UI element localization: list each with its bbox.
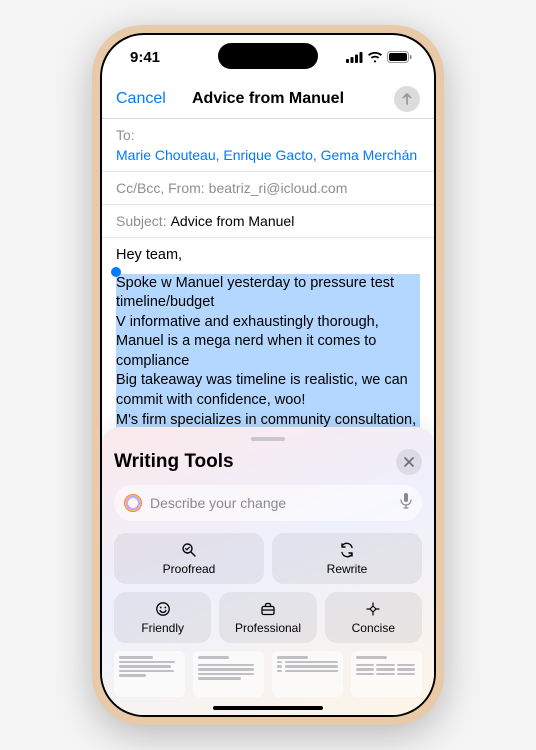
close-icon (404, 454, 414, 470)
sheet-grabber[interactable] (251, 437, 285, 441)
from-email: beatriz_ri@icloud.com (209, 180, 348, 196)
format-suggestion[interactable] (114, 651, 185, 697)
selected-line: V informative and exhaustingly thorough,… (116, 313, 420, 372)
rewrite-icon (339, 541, 355, 559)
send-button[interactable] (394, 86, 420, 112)
friendly-button[interactable]: Friendly (114, 592, 211, 643)
status-time: 9:41 (130, 49, 160, 66)
concise-icon (365, 600, 381, 618)
format-suggestion[interactable] (351, 651, 422, 697)
proofread-icon (181, 541, 197, 559)
proofread-button[interactable]: Proofread (114, 533, 264, 584)
concise-label: Concise (352, 621, 395, 635)
to-field[interactable]: To: Marie Chouteau, Enrique Gacto, Gema … (102, 119, 434, 172)
to-label: To: (116, 127, 135, 143)
to-recipients: Marie Chouteau, Enrique Gacto, Gema Merc… (116, 147, 417, 163)
subject-value: Advice from Manuel (171, 213, 295, 229)
mic-icon[interactable] (400, 493, 412, 514)
format-suggestion[interactable] (272, 651, 343, 697)
subject-label: Subject: (116, 213, 167, 229)
cc-bcc-from-field[interactable]: Cc/Bcc, From: beatriz_ri@icloud.com (102, 172, 434, 205)
format-suggestion[interactable] (193, 651, 264, 697)
subject-field[interactable]: Subject: Advice from Manuel (102, 205, 434, 238)
greeting-line: Hey team, (116, 246, 420, 266)
friendly-icon (155, 600, 171, 618)
phone-frame: 9:41 Cancel Advice from Manuel (92, 25, 444, 725)
cellular-icon (346, 52, 363, 63)
proofread-label: Proofread (163, 562, 216, 576)
prompt-input[interactable]: Describe your change (114, 485, 422, 521)
professional-icon (260, 600, 276, 618)
cancel-button[interactable]: Cancel (116, 90, 176, 108)
friendly-label: Friendly (141, 621, 184, 635)
compose-nav-bar: Cancel Advice from Manuel (102, 79, 434, 119)
wifi-icon (367, 52, 383, 63)
ccbcc-label: Cc/Bcc, From: (116, 180, 205, 196)
close-button[interactable] (396, 449, 422, 475)
compose-title: Advice from Manuel (176, 90, 360, 108)
selected-line: Big takeaway was timeline is realistic, … (116, 371, 420, 410)
selected-line: Spoke w Manuel yesterday to pressure tes… (116, 274, 420, 313)
home-indicator[interactable] (213, 706, 323, 710)
concise-button[interactable]: Concise (325, 592, 422, 643)
selection-handle-start[interactable] (111, 267, 121, 277)
format-suggestions-row (114, 651, 422, 697)
professional-button[interactable]: Professional (219, 592, 316, 643)
battery-icon (387, 51, 412, 63)
apple-intelligence-icon (124, 494, 142, 512)
dynamic-island (218, 43, 318, 69)
selected-text[interactable]: Spoke w Manuel yesterday to pressure tes… (116, 274, 420, 450)
sheet-title: Writing Tools (114, 451, 234, 473)
rewrite-button[interactable]: Rewrite (272, 533, 422, 584)
writing-tools-sheet: Writing Tools Describe your change (102, 427, 434, 715)
prompt-placeholder: Describe your change (150, 495, 392, 511)
professional-label: Professional (235, 621, 301, 635)
rewrite-label: Rewrite (327, 562, 368, 576)
